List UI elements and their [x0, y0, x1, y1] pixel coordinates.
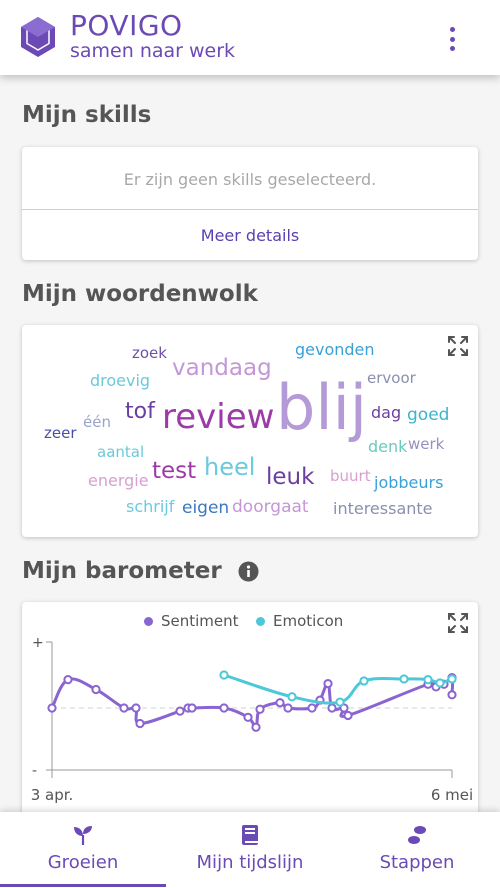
nav-label: Mijn tijdslijn	[196, 852, 304, 873]
data-point-sentiment[interactable]	[343, 710, 353, 721]
expand-icon[interactable]	[447, 335, 469, 357]
data-point-sentiment[interactable]	[283, 703, 293, 713]
wordcloud-word: buurt	[330, 467, 371, 485]
wordcloud-word: werk	[408, 435, 445, 453]
wordcloud-word: interessante	[333, 499, 433, 518]
bottom-nav: Groeien Mijn tijdslijn Stappen	[0, 812, 500, 888]
skills-card: Er zijn geen skills geselecteerd. Meer d…	[22, 147, 478, 260]
wordcloud-word: denk	[368, 437, 408, 456]
skills-title: Mijn skills	[22, 102, 152, 128]
more-details-button[interactable]: Meer details	[22, 210, 478, 260]
nav-item-stappen[interactable]: Stappen	[334, 812, 500, 888]
wordcloud-card: zoek gevonden vandaag droevig ervoor blij tof r…	[22, 325, 478, 537]
wordcloud-word: vandaag	[172, 355, 272, 381]
data-point-emoticon[interactable]	[219, 670, 229, 680]
data-point-sentiment[interactable]	[447, 690, 457, 700]
data-point-emoticon[interactable]	[423, 675, 433, 685]
wordcloud-word: blij	[276, 371, 368, 444]
data-point-sentiment[interactable]	[175, 706, 185, 716]
wordcloud-word: heel	[204, 453, 256, 481]
data-point-sentiment[interactable]	[47, 703, 57, 713]
data-point-sentiment[interactable]	[131, 703, 141, 713]
y-tick-label: +	[32, 635, 44, 651]
sprout-icon	[74, 826, 92, 845]
data-point-sentiment[interactable]	[327, 703, 337, 713]
data-point-sentiment[interactable]	[91, 684, 101, 695]
kebab-dot	[449, 46, 455, 51]
data-point-emoticon[interactable]	[447, 674, 457, 684]
nav-item-tijdslijn[interactable]: Mijn tijdslijn	[166, 812, 334, 888]
wordcloud-word: gevonden	[295, 340, 375, 359]
kebab-dot	[449, 27, 455, 32]
brand-title: POVIGO	[70, 9, 183, 42]
wordcloud-word: zeer	[44, 424, 77, 442]
data-point-sentiment[interactable]	[307, 703, 317, 713]
data-point-emoticon[interactable]	[359, 676, 369, 686]
app-root: POVIGO samen naar werk Mijn skills Er zi…	[0, 0, 500, 888]
nav-label: Stappen	[379, 852, 455, 873]
info-icon[interactable]	[238, 561, 259, 582]
barometer-title: Mijn barometer	[22, 558, 222, 584]
wordcloud-word: zoek	[132, 344, 167, 362]
wordcloud-word: doorgaat	[232, 497, 309, 517]
book-icon	[242, 825, 258, 845]
data-point-sentiment[interactable]	[187, 703, 197, 713]
data-point-sentiment[interactable]	[135, 718, 145, 729]
wordcloud-word: eigen	[182, 498, 230, 518]
wordcloud-word: dag	[371, 403, 402, 422]
x-tick-label: 6 mei	[431, 786, 473, 804]
hexagon-icon	[21, 17, 55, 57]
wordcloud-title: Mijn woordenwolk	[22, 281, 258, 307]
x-tick-label: 3 apr.	[31, 786, 74, 804]
data-point-emoticon[interactable]	[287, 692, 297, 702]
app-header: POVIGO samen naar werk	[0, 0, 500, 75]
y-tick-label: -	[32, 763, 37, 779]
data-point-sentiment[interactable]	[219, 703, 229, 713]
wordcloud-word: aantal	[97, 443, 145, 461]
data-point-emoticon[interactable]	[435, 678, 445, 688]
kebab-dot	[449, 36, 455, 42]
wordcloud-word: energie	[88, 471, 149, 490]
wordcloud-word: tof	[125, 399, 155, 424]
data-point-sentiment[interactable]	[119, 703, 129, 713]
barometer-chart: + - 3 apr. 6 mei	[31, 635, 473, 804]
data-point-sentiment[interactable]	[275, 698, 285, 708]
data-point-sentiment[interactable]	[251, 722, 261, 732]
brand-subtitle: samen naar werk	[70, 40, 236, 62]
footsteps-icon	[408, 826, 426, 844]
data-point-emoticon[interactable]	[335, 697, 345, 707]
nav-label: Groeien	[47, 852, 119, 873]
wordcloud-word: goed	[407, 405, 450, 425]
data-point-sentiment[interactable]	[63, 675, 73, 685]
data-point-sentiment[interactable]	[243, 712, 253, 722]
wordcloud-word: review	[162, 397, 275, 437]
wordcloud-word: jobbeurs	[374, 473, 444, 492]
data-point-sentiment[interactable]	[323, 678, 333, 689]
wordcloud-word: schrijf	[126, 497, 175, 516]
wordcloud-word: leuk	[266, 464, 315, 490]
wordcloud-word: test	[152, 458, 197, 484]
skills-empty-text: Er zijn geen skills geselecteerd.	[123, 169, 377, 189]
wordcloud-word: één	[83, 413, 111, 431]
data-point-emoticon[interactable]	[399, 674, 409, 684]
kebab-menu-icon[interactable]	[442, 24, 462, 54]
wordcloud-word: ervoor	[367, 369, 416, 387]
nav-item-groeien[interactable]: Groeien	[0, 812, 166, 888]
data-point-sentiment[interactable]	[255, 704, 265, 714]
nav-active-indicator	[0, 884, 166, 887]
wordcloud-word: droevig	[90, 371, 151, 390]
